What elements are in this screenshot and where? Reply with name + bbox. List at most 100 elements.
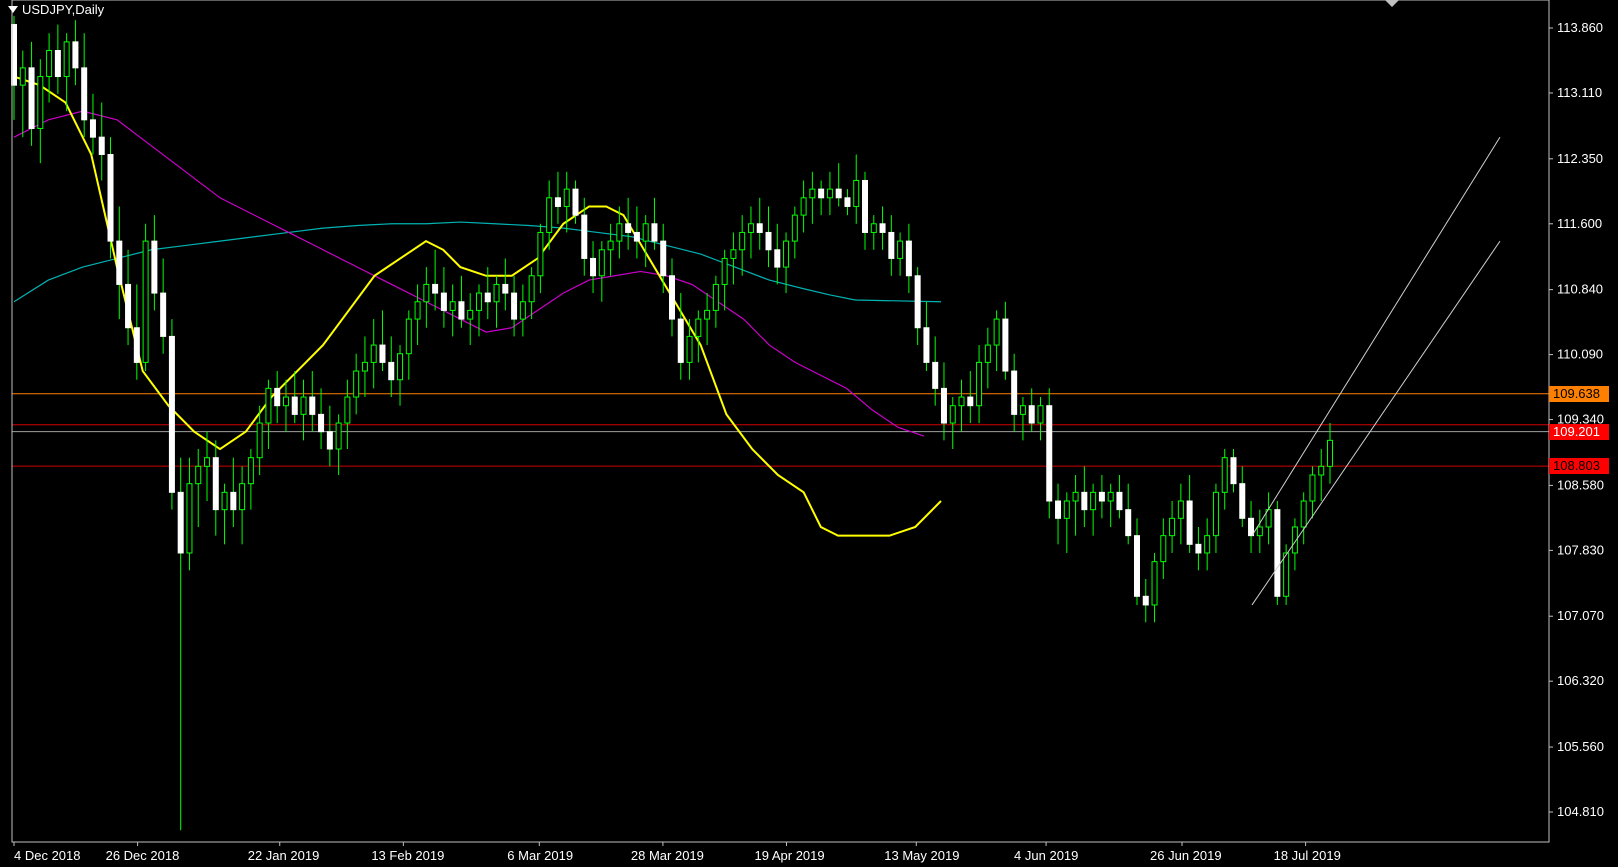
- bear-candle: [774, 249, 781, 268]
- bull-candle: [204, 457, 211, 467]
- bull-candle: [247, 457, 254, 485]
- bull-candle: [519, 301, 526, 320]
- bull-candle: [1327, 439, 1333, 467]
- bull-candle: [721, 257, 728, 285]
- bear-candle: [677, 318, 684, 363]
- bear-candle: [1002, 318, 1009, 372]
- bear-candle: [291, 396, 298, 415]
- bull-candle: [63, 41, 70, 78]
- bull-candle: [142, 240, 149, 363]
- ma-mid: [13, 110, 925, 437]
- bear-candle: [835, 188, 842, 199]
- x-tick-label: 18 Jul 2019: [1274, 848, 1341, 863]
- bear-candle: [1028, 405, 1035, 424]
- bear-candle: [81, 67, 88, 121]
- y-tick-label: 113.860: [1557, 20, 1603, 35]
- bear-candle: [888, 231, 895, 259]
- bear-candle: [1186, 500, 1193, 545]
- bull-candle: [1151, 561, 1158, 606]
- bear-candle: [625, 223, 632, 233]
- bull-candle: [897, 240, 904, 259]
- bull-candle: [546, 197, 553, 233]
- bull-candle: [414, 301, 421, 320]
- price-tag: 109.201: [1549, 423, 1609, 440]
- bull-candle: [642, 223, 649, 242]
- y-tick-label: 108.580: [1557, 477, 1604, 492]
- bull-candle: [353, 370, 360, 398]
- bear-candle: [309, 396, 316, 415]
- bear-candle: [844, 197, 851, 207]
- bull-candle: [370, 344, 377, 363]
- bull-candle: [361, 361, 368, 372]
- bull-candle: [1160, 535, 1167, 563]
- bear-candle: [116, 240, 123, 285]
- chart-shift-marker-icon[interactable]: [1385, 0, 1399, 7]
- bear-candle: [511, 292, 518, 320]
- bull-candle: [783, 240, 790, 268]
- bull-candle: [537, 231, 544, 277]
- x-tick-label: 28 Mar 2019: [631, 848, 704, 863]
- price-chart[interactable]: 113.860 113.110 112.350 111.600 110.840 110.0…: [0, 0, 1618, 867]
- bear-candle: [1239, 483, 1246, 519]
- plot-border: [11, 0, 1550, 843]
- bull-candle: [528, 275, 535, 303]
- bull-candle: [1072, 491, 1079, 502]
- channel-lower-line: [1251, 240, 1501, 606]
- bull-candle: [195, 465, 202, 485]
- bull-candle: [475, 292, 482, 311]
- bull-candle: [1300, 500, 1307, 528]
- x-tick-label: 26 Jun 2019: [1150, 848, 1222, 863]
- bear-candle: [862, 179, 869, 233]
- x-tick-label: 22 Jan 2019: [248, 848, 320, 863]
- channel-upper-line: [1251, 136, 1501, 536]
- bull-candle: [1107, 491, 1114, 502]
- bull-candle: [791, 214, 798, 242]
- y-tick-label: 112.350: [1557, 151, 1603, 166]
- bull-candle: [607, 240, 614, 251]
- bear-candle: [151, 240, 158, 294]
- bull-candle: [1169, 517, 1176, 537]
- bull-candle: [1019, 405, 1026, 415]
- bear-candle: [1195, 543, 1202, 554]
- dropdown-triangle-icon[interactable]: [8, 6, 18, 13]
- bear-candle: [125, 283, 132, 329]
- bear-candle: [54, 50, 61, 78]
- x-tick-label: 4 Jun 2019: [1014, 848, 1078, 863]
- bear-candle: [554, 197, 561, 207]
- bull-candle: [282, 396, 289, 407]
- bull-candle: [46, 50, 53, 78]
- bear-candle: [1116, 491, 1123, 511]
- bull-candle: [37, 76, 44, 129]
- bull-candle: [800, 197, 807, 216]
- bull-candle: [809, 188, 816, 199]
- bull-candle: [344, 396, 351, 424]
- y-tick-label: 107.830: [1557, 542, 1604, 557]
- bull-candle: [993, 318, 1000, 346]
- bear-candle: [932, 361, 939, 389]
- bull-candle: [870, 223, 877, 233]
- bull-candle: [449, 301, 456, 311]
- y-tick-label: 110.840: [1557, 282, 1603, 297]
- bull-candle: [239, 483, 246, 511]
- bear-candle: [230, 491, 237, 511]
- bull-candle: [1037, 405, 1044, 424]
- bear-candle: [1125, 509, 1132, 537]
- bear-candle: [879, 223, 886, 233]
- bull-candle: [695, 318, 702, 337]
- bear-candle: [818, 188, 825, 199]
- bear-candle: [1055, 500, 1062, 519]
- bull-candle: [300, 396, 307, 415]
- bull-candle: [616, 223, 623, 242]
- bear-candle: [432, 283, 439, 294]
- x-tick-label: 6 Mar 2019: [507, 848, 573, 863]
- y-tick-label: 107.070: [1557, 608, 1604, 623]
- bear-candle: [923, 327, 930, 363]
- bear-candle: [458, 301, 465, 320]
- bull-candle: [563, 188, 570, 207]
- bull-candle: [747, 223, 754, 233]
- bear-candle: [905, 240, 912, 277]
- bull-candle: [1177, 500, 1184, 519]
- x-tick-label: 19 Apr 2019: [755, 848, 825, 863]
- bear-candle: [590, 257, 597, 277]
- bull-candle: [1212, 491, 1219, 537]
